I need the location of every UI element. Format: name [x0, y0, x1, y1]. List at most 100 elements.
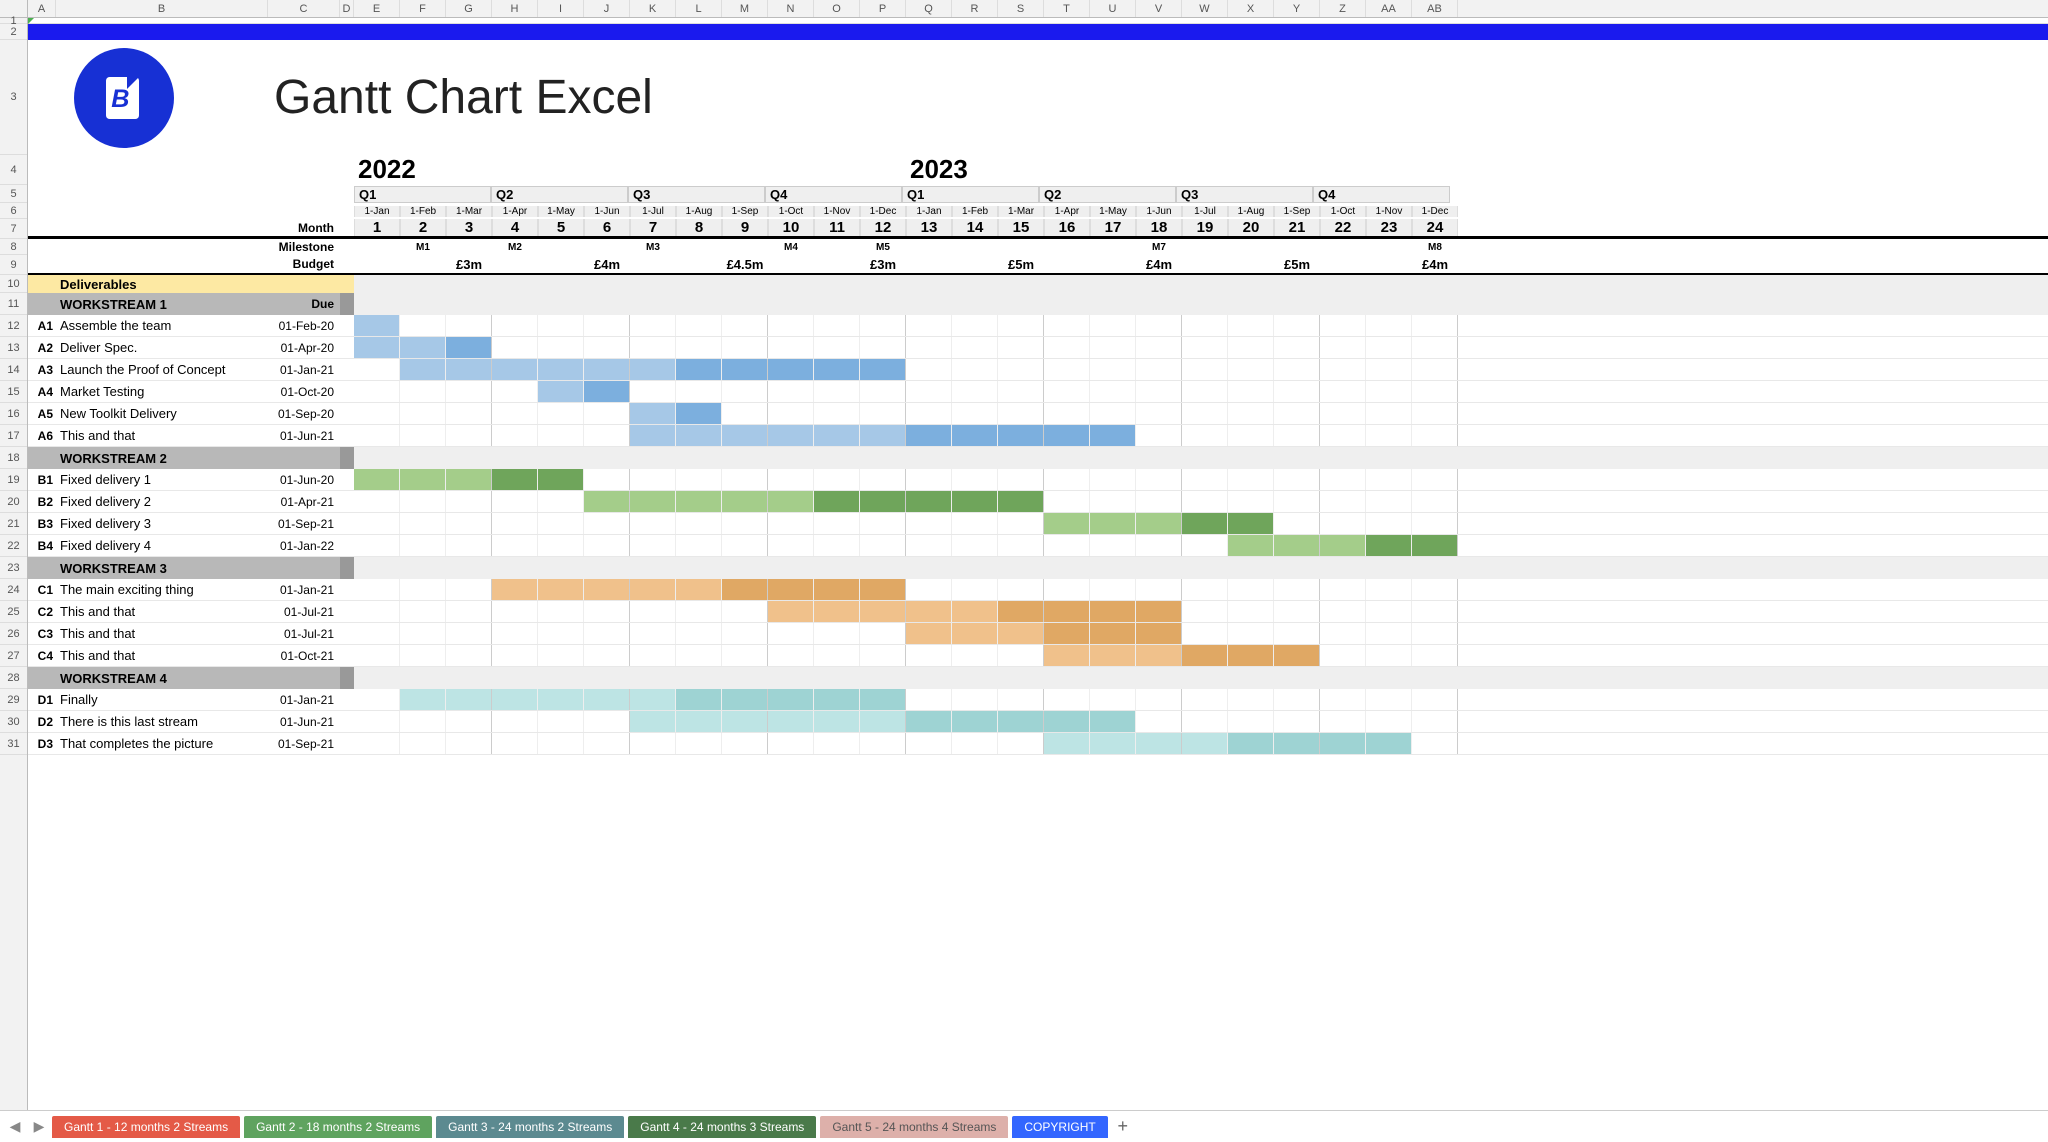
- gantt-cell[interactable]: [354, 359, 400, 380]
- column-header[interactable]: T: [1044, 0, 1090, 17]
- gantt-cell[interactable]: [952, 469, 998, 490]
- tab-prev-icon[interactable]: ◀: [4, 1116, 26, 1138]
- gantt-cell[interactable]: [492, 381, 538, 402]
- gantt-cell[interactable]: [400, 623, 446, 644]
- gantt-cell[interactable]: [768, 359, 814, 380]
- column-header[interactable]: Z: [1320, 0, 1366, 17]
- gantt-cell[interactable]: [446, 689, 492, 710]
- gantt-cell[interactable]: [998, 491, 1044, 512]
- gantt-cell[interactable]: [1274, 579, 1320, 600]
- budget-cell[interactable]: £3m: [446, 257, 492, 272]
- gantt-cell[interactable]: [1412, 513, 1458, 534]
- gantt-cell[interactable]: [768, 381, 814, 402]
- gantt-cell[interactable]: [492, 359, 538, 380]
- gantt-cell[interactable]: [538, 645, 584, 666]
- gantt-cell[interactable]: [584, 337, 630, 358]
- gantt-cell[interactable]: [354, 711, 400, 732]
- gantt-cell[interactable]: [722, 315, 768, 336]
- gantt-cell[interactable]: [354, 733, 400, 754]
- gantt-cell[interactable]: [768, 491, 814, 512]
- gantt-cell[interactable]: [584, 381, 630, 402]
- gantt-cell[interactable]: [1274, 491, 1320, 512]
- gantt-cell[interactable]: [1090, 645, 1136, 666]
- row-header[interactable]: 21: [0, 513, 27, 535]
- add-sheet-icon[interactable]: +: [1110, 1116, 1136, 1137]
- gantt-cell[interactable]: [768, 623, 814, 644]
- row-header[interactable]: 20: [0, 491, 27, 513]
- gantt-cell[interactable]: [1320, 733, 1366, 754]
- gantt-cell[interactable]: [1182, 403, 1228, 424]
- gantt-cell[interactable]: [630, 623, 676, 644]
- gantt-cell[interactable]: [584, 689, 630, 710]
- gantt-cell[interactable]: [1182, 623, 1228, 644]
- gantt-cell[interactable]: [584, 645, 630, 666]
- gantt-cell[interactable]: [1366, 359, 1412, 380]
- gantt-cell[interactable]: [768, 711, 814, 732]
- gantt-cell[interactable]: [998, 425, 1044, 446]
- gantt-cell[interactable]: [860, 381, 906, 402]
- gantt-cell[interactable]: [630, 689, 676, 710]
- sheet-tab[interactable]: Gantt 4 - 24 months 3 Streams: [628, 1116, 816, 1138]
- gantt-cell[interactable]: [814, 645, 860, 666]
- gantt-cell[interactable]: [1228, 689, 1274, 710]
- gantt-cell[interactable]: [722, 733, 768, 754]
- gantt-cell[interactable]: [1182, 711, 1228, 732]
- gantt-cell[interactable]: [814, 425, 860, 446]
- gantt-cell[interactable]: [1044, 315, 1090, 336]
- gantt-cell[interactable]: [676, 733, 722, 754]
- gantt-cell[interactable]: [1136, 403, 1182, 424]
- gantt-cell[interactable]: [354, 623, 400, 644]
- column-header[interactable]: H: [492, 0, 538, 17]
- gantt-cell[interactable]: [446, 469, 492, 490]
- gantt-cell[interactable]: [1182, 579, 1228, 600]
- column-header[interactable]: R: [952, 0, 998, 17]
- gantt-cell[interactable]: [768, 315, 814, 336]
- gantt-cell[interactable]: [768, 579, 814, 600]
- gantt-cell[interactable]: [1228, 359, 1274, 380]
- gantt-cell[interactable]: [538, 579, 584, 600]
- row-header[interactable]: 26: [0, 623, 27, 645]
- column-header[interactable]: AA: [1366, 0, 1412, 17]
- gantt-cell[interactable]: [1320, 381, 1366, 402]
- gantt-cell[interactable]: [906, 425, 952, 446]
- gantt-cell[interactable]: [584, 623, 630, 644]
- gantt-cell[interactable]: [446, 337, 492, 358]
- gantt-cell[interactable]: [538, 425, 584, 446]
- row-header[interactable]: 4: [0, 155, 27, 185]
- column-header[interactable]: AB: [1412, 0, 1458, 17]
- gantt-cell[interactable]: [1274, 535, 1320, 556]
- gantt-cell[interactable]: [1182, 491, 1228, 512]
- row-header[interactable]: 8: [0, 239, 27, 255]
- gantt-cell[interactable]: [1044, 535, 1090, 556]
- gantt-cell[interactable]: [676, 315, 722, 336]
- budget-cell[interactable]: £4m: [584, 257, 630, 272]
- gantt-cell[interactable]: [722, 381, 768, 402]
- gantt-cell[interactable]: [1182, 425, 1228, 446]
- gantt-cell[interactable]: [768, 403, 814, 424]
- gantt-cell[interactable]: [584, 403, 630, 424]
- gantt-cell[interactable]: [1182, 689, 1228, 710]
- gantt-cell[interactable]: [1136, 535, 1182, 556]
- gantt-cell[interactable]: [400, 425, 446, 446]
- row-header[interactable]: 11: [0, 293, 27, 315]
- column-header[interactable]: W: [1182, 0, 1228, 17]
- gantt-cell[interactable]: [1320, 513, 1366, 534]
- gantt-cell[interactable]: [1044, 645, 1090, 666]
- sheet-tab[interactable]: COPYRIGHT: [1012, 1116, 1107, 1138]
- gantt-cell[interactable]: [1366, 491, 1412, 512]
- gantt-cell[interactable]: [1136, 315, 1182, 336]
- gantt-cell[interactable]: [492, 579, 538, 600]
- gantt-cell[interactable]: [1228, 403, 1274, 424]
- gantt-cell[interactable]: [952, 535, 998, 556]
- gantt-cell[interactable]: [1090, 381, 1136, 402]
- gantt-cell[interactable]: [1228, 535, 1274, 556]
- gantt-cell[interactable]: [1320, 337, 1366, 358]
- gantt-cell[interactable]: [630, 645, 676, 666]
- gantt-cell[interactable]: [722, 601, 768, 622]
- gantt-cell[interactable]: [676, 601, 722, 622]
- gantt-cell[interactable]: [354, 689, 400, 710]
- gantt-cell[interactable]: [1412, 469, 1458, 490]
- gantt-cell[interactable]: [446, 425, 492, 446]
- gantt-cell[interactable]: [538, 491, 584, 512]
- task-row[interactable]: A5New Toolkit Delivery01-Sep-20: [28, 403, 2048, 425]
